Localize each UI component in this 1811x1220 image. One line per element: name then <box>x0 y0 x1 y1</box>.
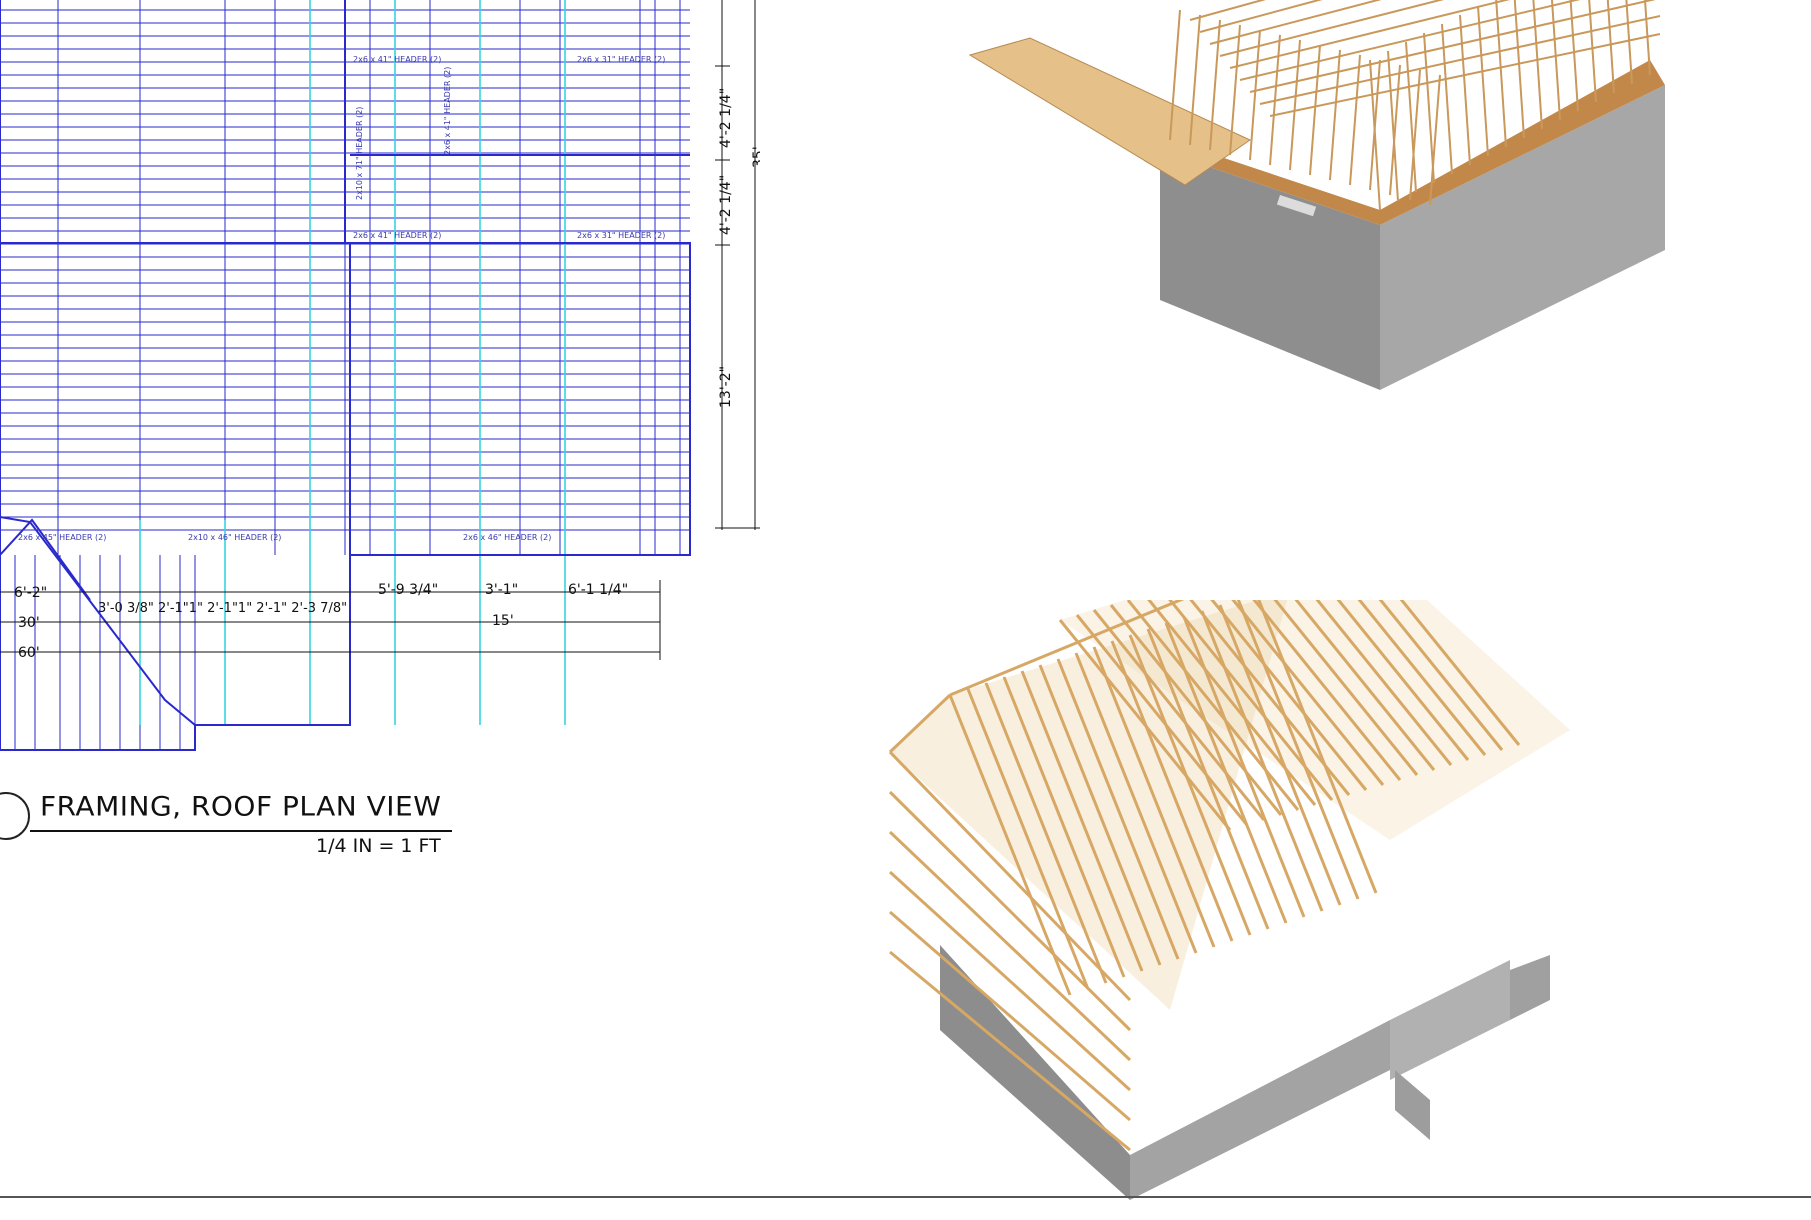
framing-3d-render-bottom <box>888 600 1570 1200</box>
framing-3d-render-top <box>968 0 1665 390</box>
header-label: 2x6 x 31" HEADER (2) <box>577 55 665 64</box>
stud <box>1329 49 1341 181</box>
stud <box>1423 32 1435 184</box>
stud <box>1550 0 1561 121</box>
stud <box>1606 0 1615 94</box>
stud <box>1477 5 1489 157</box>
dimension-label: 3'-0 3/8" 2'-1"1" 2'-1"1" 2'-1" 2'-3 7/8… <box>98 601 347 616</box>
dimension-label: 6'-1 1/4" <box>568 582 628 598</box>
header-label: 2x6 x 45" HEADER (2) <box>18 533 106 542</box>
foundation-step <box>1395 1070 1430 1140</box>
header-label: 2x6 x 41" HEADER (2) <box>353 55 441 64</box>
foundation-wall <box>1130 1020 1390 1200</box>
header-label: 2x6 x 41" HEADER (2) <box>443 67 452 155</box>
stud <box>1513 0 1525 139</box>
header-label: 2x10 x 71" HEADER (2) <box>355 107 364 200</box>
foundation-step <box>1390 960 1510 1080</box>
stud <box>1289 39 1301 171</box>
vertical-dimensions <box>715 0 760 530</box>
stud <box>1532 0 1543 130</box>
dimension-label: 13'-2" <box>718 366 734 408</box>
view-scale: 1/4 IN = 1 FT <box>316 835 441 857</box>
dimension-label: 4'-2 1/4" <box>718 175 734 235</box>
porch-deck <box>968 37 1252 186</box>
dimension-label: 5'-9 3/4" <box>378 582 438 598</box>
dimension-label: 4'-2 1/4" <box>718 88 734 148</box>
view-title-block: FRAMING, ROOF PLAN VIEW 1/4 IN = 1 FT <box>0 780 460 860</box>
dimension-label: 30' <box>18 615 40 631</box>
header-label: 2x6 x 46" HEADER (2) <box>463 533 551 542</box>
sheet-border <box>0 1196 1811 1198</box>
stud <box>1389 64 1401 196</box>
dimension-label: 35' <box>751 146 760 168</box>
stud <box>1249 29 1261 161</box>
stud <box>1459 14 1471 166</box>
title-underline <box>30 830 452 832</box>
header-label: 2x6 x 31" HEADER (2) <box>577 231 665 240</box>
dimension-label: 15' <box>492 613 514 629</box>
dimension-label: 6'-2" <box>14 585 47 601</box>
stud <box>1405 41 1417 193</box>
stud <box>1349 54 1361 186</box>
header-label: 2x10 x 46" HEADER (2) <box>188 533 281 542</box>
foundation-step <box>1510 955 1550 1020</box>
view-marker-icon <box>0 792 30 840</box>
dimension-label: 60' <box>18 645 40 661</box>
stud <box>1495 0 1507 148</box>
dimension-label: 3'-1" <box>485 582 518 598</box>
roof-framing-plan: 2x6 x 41" HEADER (2) 2x6 x 31" HEADER (2… <box>0 0 760 751</box>
stud <box>1309 44 1321 176</box>
foundation-wall <box>1380 85 1665 390</box>
horizontal-dimensions <box>0 580 661 660</box>
header-label: 2x6 x 41" HEADER (2) <box>353 231 441 240</box>
view-title: FRAMING, ROOF PLAN VIEW <box>40 790 442 823</box>
